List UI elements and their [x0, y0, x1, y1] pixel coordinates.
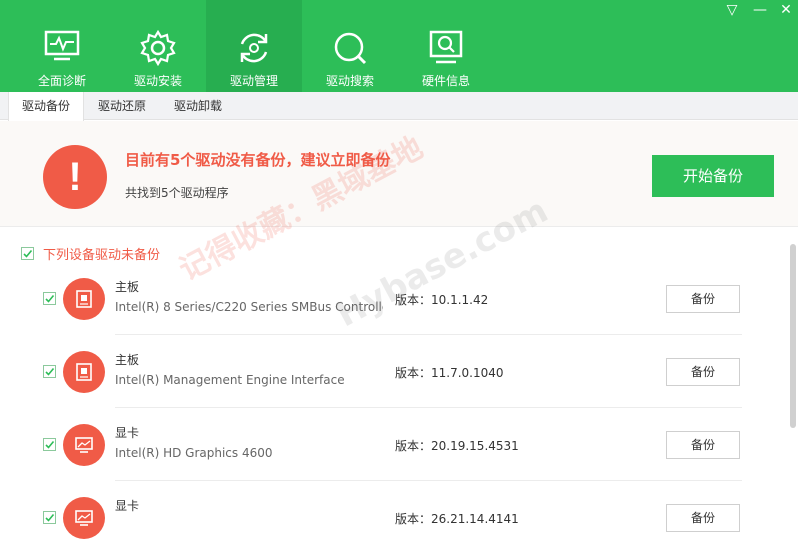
- display-icon: [63, 497, 105, 539]
- checkmark-icon: [45, 294, 55, 303]
- backup-button[interactable]: 备份: [666, 285, 740, 313]
- driver-checkbox[interactable]: [43, 292, 56, 305]
- gear-icon: [140, 30, 176, 66]
- motherboard-icon: [63, 351, 105, 393]
- device-category: 显卡: [115, 499, 140, 513]
- driver-version: 版本：20.19.15.4531: [395, 439, 519, 453]
- nav-label: 驱动搜索: [325, 74, 374, 88]
- nav-hardware-info[interactable]: 硬件信息: [398, 0, 494, 92]
- backup-button[interactable]: 备份: [666, 504, 740, 532]
- nav-driver-install[interactable]: 驱动安装: [110, 0, 206, 92]
- list-item: 显卡 版本：26.21.14.4141 备份: [0, 487, 790, 552]
- list-item: 主板 Intel(R) Management Engine Interface …: [0, 341, 790, 414]
- search-icon: [334, 32, 367, 65]
- nav-driver-manage[interactable]: 驱动管理: [206, 0, 302, 92]
- checkmark-icon: [45, 367, 55, 376]
- tab-driver-uninstall[interactable]: 驱动卸载: [160, 92, 236, 120]
- driver-checkbox[interactable]: [43, 511, 56, 524]
- backup-button[interactable]: 备份: [666, 431, 740, 459]
- driver-checkbox[interactable]: [43, 438, 56, 451]
- divider: [115, 334, 742, 335]
- banner-subtitle: 共找到5个驱动程序: [125, 186, 229, 200]
- top-nav-bar: 全面诊断 驱动安装 驱动管理 驱动搜索 硬件信息 ▽ — ✕: [0, 0, 798, 92]
- checkmark-icon: [23, 249, 33, 258]
- divider: [115, 480, 742, 481]
- section-title: 下列设备驱动未备份: [43, 248, 161, 263]
- nav-full-diagnosis[interactable]: 全面诊断: [14, 0, 110, 92]
- motherboard-icon: [63, 278, 105, 320]
- nav-label: 驱动安装: [133, 74, 182, 88]
- hardware-search-icon: [429, 30, 463, 64]
- menu-dropdown-button[interactable]: ▽: [722, 2, 742, 18]
- tab-driver-backup[interactable]: 驱动备份: [8, 92, 84, 121]
- nav-driver-search[interactable]: 驱动搜索: [302, 0, 398, 92]
- select-all-checkbox[interactable]: [21, 247, 34, 260]
- device-category: 主板: [115, 353, 140, 367]
- nav-label: 驱动管理: [229, 74, 278, 88]
- monitor-pulse-icon: [44, 30, 80, 61]
- refresh-gear-icon: [240, 33, 268, 63]
- display-icon: [63, 424, 105, 466]
- list-item: 显卡 Intel(R) HD Graphics 4600 版本：20.19.15…: [0, 414, 790, 487]
- checkmark-icon: [45, 440, 55, 449]
- driver-version: 版本：26.21.14.4141: [395, 512, 519, 526]
- device-category: 主板: [115, 280, 140, 294]
- device-category: 显卡: [115, 426, 140, 440]
- device-name: Intel(R) Management Engine Interface: [115, 373, 345, 387]
- device-name: Intel(R) HD Graphics 4600: [115, 446, 273, 460]
- checkmark-icon: [45, 513, 55, 522]
- minimize-button[interactable]: —: [750, 2, 770, 18]
- close-button[interactable]: ✕: [776, 2, 796, 18]
- warning-symbol: !: [68, 155, 82, 199]
- tab-driver-restore[interactable]: 驱动还原: [84, 92, 160, 120]
- divider: [115, 407, 742, 408]
- scrollbar-thumb[interactable]: [790, 244, 796, 428]
- driver-version: 版本：11.7.0.1040: [395, 366, 504, 380]
- warning-icon: !: [43, 145, 107, 209]
- nav-label: 全面诊断: [37, 74, 86, 88]
- tab-bar: 驱动备份 驱动还原 驱动卸载: [0, 92, 798, 121]
- start-backup-button[interactable]: 开始备份: [652, 155, 774, 197]
- nav-label: 硬件信息: [421, 74, 470, 88]
- backup-button[interactable]: 备份: [666, 358, 740, 386]
- driver-checkbox[interactable]: [43, 365, 56, 378]
